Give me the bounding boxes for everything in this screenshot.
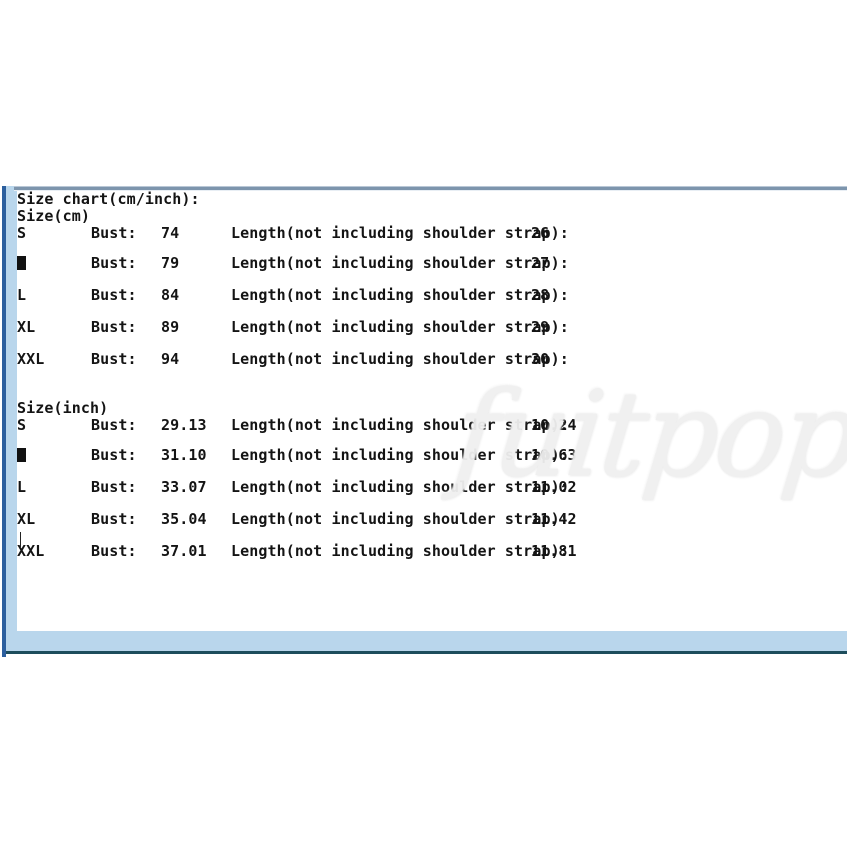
cell-length-value: 11.81 bbox=[531, 542, 577, 560]
cell-length-label: Length(not including shoulder strap): bbox=[231, 416, 569, 434]
cell-length-value: 30 bbox=[531, 350, 550, 368]
table-row: Bust: 79 Length(not including shoulder str… bbox=[17, 255, 611, 287]
table-row: XXL Bust: 37.01 Length(not including should… bbox=[17, 543, 611, 575]
cell-bust-label: Bust: bbox=[91, 350, 137, 368]
cell-bust-value: 89 bbox=[161, 318, 180, 336]
cell-length-label: Length(not including shoulder strap): bbox=[231, 446, 569, 464]
cell-bust-label: Bust: bbox=[91, 224, 137, 242]
cell-bust-label: Bust: bbox=[91, 446, 137, 464]
cell-size: XXL bbox=[17, 350, 45, 368]
section-heading-inch: Size(inch) bbox=[17, 399, 109, 417]
cell-bust-value: 31.10 bbox=[161, 446, 207, 464]
cell-length-label: Length(not including shoulder strap): bbox=[231, 286, 569, 304]
cell-length-value: 11.42 bbox=[531, 510, 577, 528]
cell-bust-value: 33.07 bbox=[161, 478, 207, 496]
cell-length-label: Length(not including shoulder strap): bbox=[231, 318, 569, 336]
section-heading-cm: Size(cm) bbox=[17, 207, 91, 225]
cell-length-value: 10.63 bbox=[531, 446, 577, 464]
cell-size: XXL bbox=[17, 542, 45, 560]
cell-size: XL bbox=[17, 510, 36, 528]
panel-bottom-rule bbox=[6, 651, 847, 654]
cell-bust-value: 35.04 bbox=[161, 510, 207, 528]
cell-bust-value: 84 bbox=[161, 286, 180, 304]
cell-size: S bbox=[17, 224, 27, 242]
table-row: L Bust: 84 Length(not including shoulder st… bbox=[17, 287, 611, 319]
table-row: S Bust: 29.13 Length(not including shoulder… bbox=[17, 417, 611, 447]
size-chart-content-area: Size chart(cm/inch): Size(cm) S Bust: 74 Leng… bbox=[17, 191, 847, 631]
text-caret bbox=[20, 532, 21, 547]
cell-length-label: Length(not including shoulder strap): bbox=[231, 510, 569, 528]
cell-length-label: Length(not including shoulder strap): bbox=[231, 224, 569, 242]
cell-bust-label: Bust: bbox=[91, 254, 137, 272]
cell-length-value: 11.02 bbox=[531, 478, 577, 496]
cell-size bbox=[17, 447, 91, 464]
table-row: S Bust: 74 Length(not including shoulder st… bbox=[17, 225, 611, 255]
cell-bust-label: Bust: bbox=[91, 478, 137, 496]
cell-bust-value: 74 bbox=[161, 224, 180, 242]
cell-bust-value: 37.01 bbox=[161, 542, 207, 560]
panel-left-outer-margin bbox=[0, 186, 2, 657]
missing-glyph-box bbox=[17, 256, 26, 270]
table-row: Bust: 31.10 Length(not including shoulder … bbox=[17, 447, 611, 479]
cell-bust-label: Bust: bbox=[91, 416, 137, 434]
cell-bust-label: Bust: bbox=[91, 510, 137, 528]
chart-title: Size chart(cm/inch): bbox=[17, 191, 200, 208]
cell-bust-value: 94 bbox=[161, 350, 180, 368]
cell-size: L bbox=[17, 478, 27, 496]
cell-length-value: 29 bbox=[531, 318, 550, 336]
cell-size bbox=[17, 255, 91, 272]
cell-bust-label: Bust: bbox=[91, 542, 137, 560]
table-row: XXL Bust: 94 Length(not including shoulder … bbox=[17, 351, 611, 383]
cell-bust-value: 79 bbox=[161, 254, 180, 272]
cell-length-label: Length(not including shoulder strap): bbox=[231, 254, 569, 272]
cell-length-label: Length(not including shoulder strap): bbox=[231, 478, 569, 496]
missing-glyph-box bbox=[17, 448, 26, 462]
cell-length-value: 28 bbox=[531, 286, 550, 304]
size-chart-text: Size chart(cm/inch): Size(cm) S Bust: 74 Leng… bbox=[17, 191, 611, 575]
table-row: XL Bust: 89 Length(not including shoulder s… bbox=[17, 319, 611, 351]
cell-length-label: Length(not including shoulder strap): bbox=[231, 350, 569, 368]
cell-size: L bbox=[17, 286, 27, 304]
cell-length-value: 26 bbox=[531, 224, 550, 242]
table-row: L Bust: 33.07 Length(not including shoulder… bbox=[17, 479, 611, 511]
cell-bust-label: Bust: bbox=[91, 286, 137, 304]
cell-size: XL bbox=[17, 318, 36, 336]
cell-length-label: Length(not including shoulder strap): bbox=[231, 542, 569, 560]
size-chart-window: Size chart(cm/inch): Size(cm) S Bust: 74 Leng… bbox=[0, 180, 847, 657]
cell-bust-label: Bust: bbox=[91, 318, 137, 336]
cell-length-value: 27 bbox=[531, 254, 550, 272]
cell-bust-value: 29.13 bbox=[161, 416, 207, 434]
cell-size: S bbox=[17, 416, 27, 434]
table-row: XL Bust: 35.04 Length(not including shoulde… bbox=[17, 511, 611, 543]
cell-length-value: 10.24 bbox=[531, 416, 577, 434]
